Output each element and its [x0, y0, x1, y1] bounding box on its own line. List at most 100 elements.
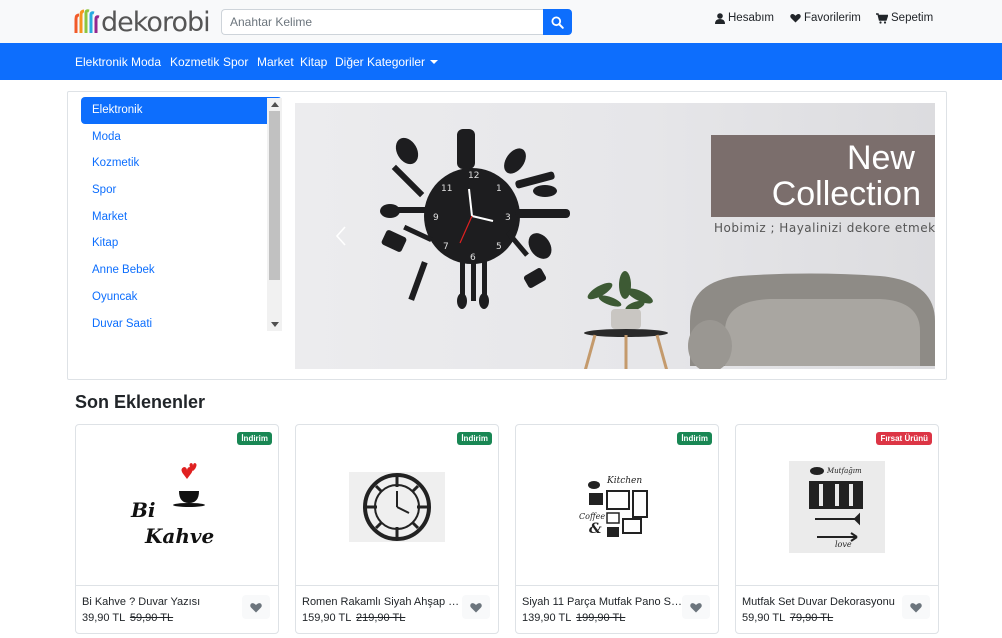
- svg-text:Kitchen: Kitchen: [606, 476, 642, 486]
- heart-icon: [690, 602, 702, 612]
- old-price: 79,90 TL: [789, 612, 834, 624]
- product-price: 59,90 TL 79,90 TL: [742, 612, 833, 624]
- nav-item-elektronik[interactable]: Elektronik: [75, 55, 128, 69]
- favorites-link[interactable]: Favorilerim: [790, 12, 861, 24]
- current-price: 39,90 TL: [82, 612, 125, 624]
- product-name[interactable]: Romen Rakamlı Siyah Ahşap Saat: [302, 596, 462, 608]
- sidebar-item-oyuncak[interactable]: Oyuncak: [81, 284, 282, 311]
- svg-text:1: 1: [496, 184, 502, 194]
- scroll-down-icon[interactable]: [271, 322, 279, 327]
- product-price: 139,90 TL 199,90 TL: [522, 612, 625, 624]
- old-price: 219,90 TL: [356, 612, 406, 624]
- plant-table-illustration: [583, 271, 669, 369]
- add-to-favorites-button[interactable]: [682, 595, 710, 619]
- search-bar: [221, 9, 572, 35]
- svg-text:12: 12: [468, 171, 479, 181]
- svg-text:7: 7: [443, 242, 449, 252]
- nav-item-kitap[interactable]: Kitap: [300, 55, 327, 69]
- add-to-favorites-button[interactable]: [242, 595, 270, 619]
- product-price: 39,90 TL 59,90 TL: [82, 612, 173, 624]
- add-to-favorites-button[interactable]: [902, 595, 930, 619]
- sidebar-item-moda[interactable]: Moda: [81, 124, 282, 151]
- card-footer: Mutfak Set Duvar Dekorasyonu 59,90 TL 79…: [736, 585, 938, 633]
- product-price: 159,90 TL 219,90 TL: [302, 612, 405, 624]
- account-link[interactable]: Hesabım: [715, 12, 774, 24]
- search-button[interactable]: [543, 9, 572, 35]
- nav-item-moda[interactable]: Moda: [131, 55, 161, 69]
- discount-badge: İndirim: [237, 432, 272, 445]
- old-price: 199,90 TL: [576, 612, 626, 624]
- product-card[interactable]: İndirim Bi Kahve Bi Kahve ? Duvar Yazısı…: [75, 424, 279, 634]
- scroll-thumb[interactable]: [269, 111, 280, 280]
- user-icon: [715, 12, 725, 24]
- banner-subline: Hobimiz ; Hayalinizi dekore etmek: [714, 221, 935, 235]
- svg-text:9: 9: [433, 213, 439, 223]
- old-price: 59,90 TL: [129, 612, 174, 624]
- product-image[interactable]: Bi Kahve: [127, 457, 227, 557]
- armchair-illustration: [688, 273, 935, 369]
- kitchen-panel-set-illustration: Kitchen Coffee &: [579, 476, 648, 537]
- product-image[interactable]: Mutfağım love: [787, 457, 887, 557]
- nav-item-spor[interactable]: Spor: [223, 55, 248, 69]
- category-scrollbar[interactable]: [267, 98, 282, 331]
- svg-text:&: &: [589, 521, 602, 537]
- category-list: Elektronik Moda Kozmetik Spor Market Kit…: [81, 97, 282, 331]
- svg-text:Kahve: Kahve: [144, 524, 214, 548]
- card-footer: Siyah 11 Parça Mutfak Pano Seti... 139,9…: [516, 585, 718, 633]
- svg-text:Bi: Bi: [130, 498, 156, 522]
- banner-headline-collection: Collection: [771, 175, 921, 213]
- add-to-favorites-button[interactable]: [462, 595, 490, 619]
- current-price: 139,90 TL: [522, 612, 571, 624]
- more-categories-label: Diğer Kategoriler: [335, 55, 426, 69]
- category-navbar: Elektronik Moda Kozmetik Spor Market Kit…: [0, 43, 1002, 80]
- product-card[interactable]: İndirim Romen Rakamlı Siyah Ahşap Saat 1…: [295, 424, 499, 634]
- favorites-label: Favorilerim: [804, 12, 861, 24]
- sidebar-item-kitap[interactable]: Kitap: [81, 230, 282, 257]
- logo-icon: [74, 9, 100, 33]
- product-name[interactable]: Siyah 11 Parça Mutfak Pano Seti...: [522, 596, 682, 608]
- roman-clock-illustration: [349, 472, 445, 542]
- search-input[interactable]: [221, 9, 543, 35]
- nav-item-market[interactable]: Market: [257, 55, 294, 69]
- card-footer: Romen Rakamlı Siyah Ahşap Saat 159,90 TL…: [296, 585, 498, 633]
- svg-text:11: 11: [441, 184, 452, 194]
- carousel-prev-icon[interactable]: [335, 225, 347, 247]
- sidebar-item-kozmetik[interactable]: Kozmetik: [81, 150, 282, 177]
- current-price: 59,90 TL: [742, 612, 785, 624]
- nav-item-more-categories[interactable]: Diğer Kategoriler: [335, 55, 439, 69]
- site-logo[interactable]: dekorobi: [74, 6, 211, 38]
- svg-text:3: 3: [505, 213, 511, 223]
- chevron-down-icon: [430, 60, 439, 64]
- sidebar-item-market[interactable]: Market: [81, 204, 282, 231]
- heart-icon: [250, 602, 262, 612]
- cart-label: Sepetim: [891, 12, 934, 24]
- card-footer: Bi Kahve ? Duvar Yazısı 39,90 TL 59,90 T…: [76, 585, 278, 633]
- product-card[interactable]: Fırsat Ürünü Mutfağım love Mutfak Set Du…: [735, 424, 939, 634]
- sidebar-item-elektronik[interactable]: Elektronik: [81, 97, 282, 124]
- new-collection-box: New Collection: [711, 135, 935, 217]
- hero-banner[interactable]: 12 1 3 5 6 7 9 11 New Collection Hobimiz…: [295, 103, 935, 369]
- product-name[interactable]: Bi Kahve ? Duvar Yazısı: [82, 596, 242, 608]
- current-price: 159,90 TL: [302, 612, 351, 624]
- svg-text:5: 5: [496, 242, 502, 252]
- section-title: Son Eklenenler: [75, 392, 206, 412]
- product-name[interactable]: Mutfak Set Duvar Dekorasyonu: [742, 596, 902, 608]
- product-image[interactable]: Kitchen Coffee &: [567, 457, 667, 557]
- nav-item-kozmetik[interactable]: Kozmetik: [170, 55, 219, 69]
- bi-kahve-sign-illustration: Bi Kahve: [130, 463, 214, 548]
- svg-text:Mutfağım: Mutfağım: [826, 467, 862, 475]
- heart-icon: [470, 602, 482, 612]
- product-card[interactable]: İndirim Kitchen Coffee & Siyah 11 Parça …: [515, 424, 719, 634]
- discount-badge: İndirim: [677, 432, 712, 445]
- discount-badge: İndirim: [457, 432, 492, 445]
- hero-section: Elektronik Moda Kozmetik Spor Market Kit…: [67, 91, 947, 380]
- logo-text: dekorobi: [101, 6, 211, 38]
- cart-link[interactable]: Sepetim: [876, 12, 933, 24]
- kitchen-utensils-decor-illustration: Mutfağım love: [789, 461, 885, 553]
- product-image[interactable]: [347, 457, 447, 557]
- sidebar-item-spor[interactable]: Spor: [81, 177, 282, 204]
- sidebar-item-duvar-saati[interactable]: Duvar Saati: [81, 311, 282, 332]
- scroll-up-icon[interactable]: [271, 102, 279, 107]
- svg-text:love: love: [835, 540, 852, 549]
- sidebar-item-anne-bebek[interactable]: Anne Bebek: [81, 257, 282, 284]
